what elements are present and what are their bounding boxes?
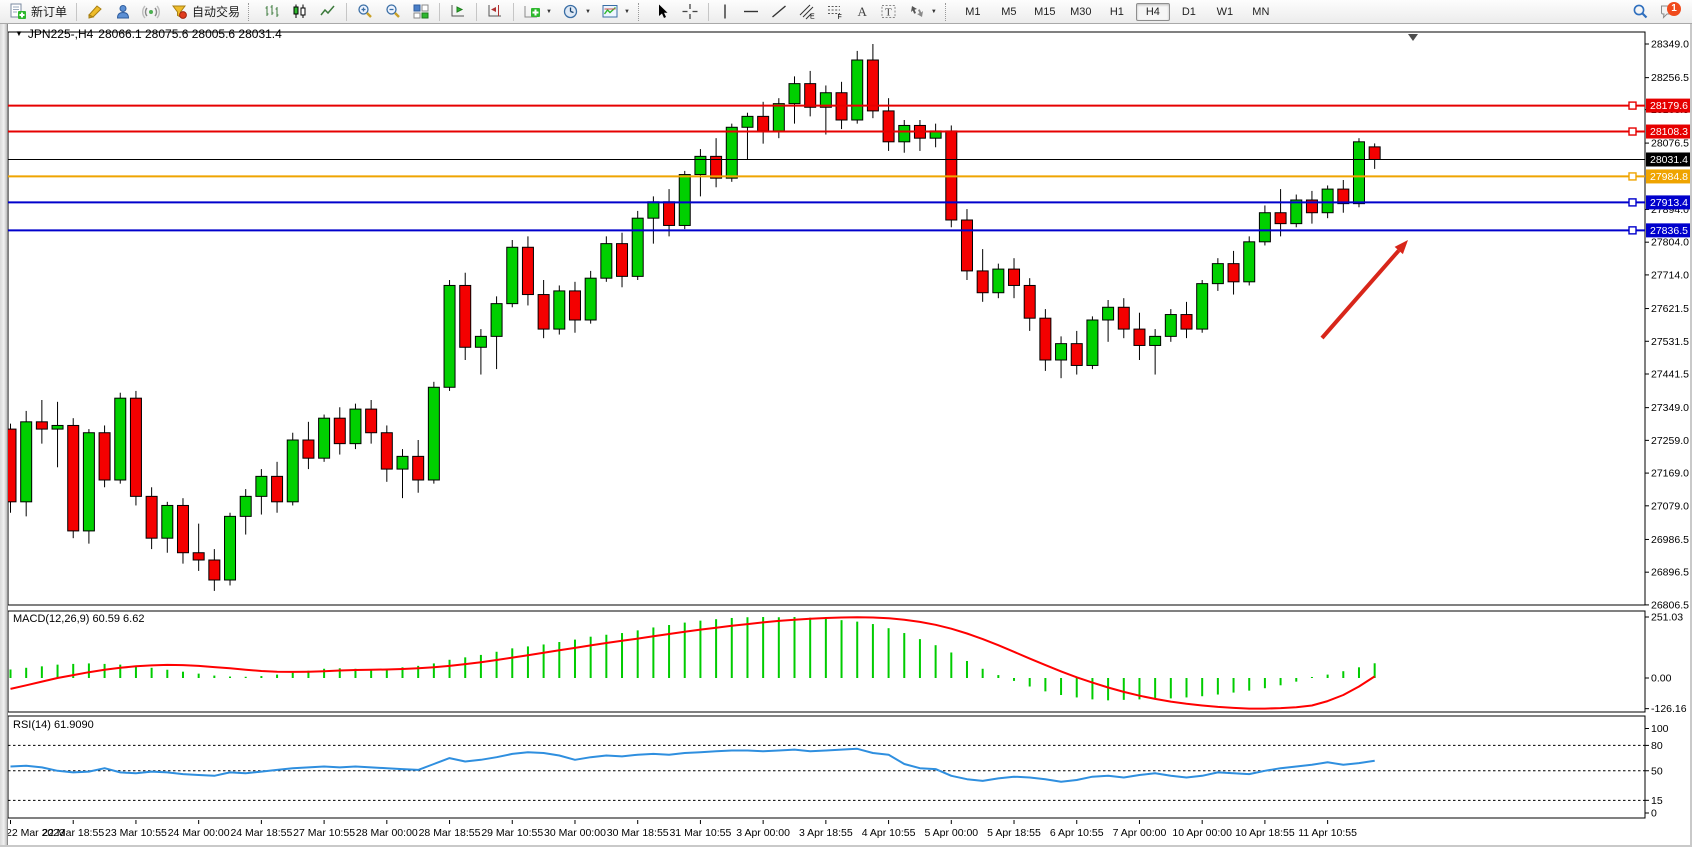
price-tick-label: 27531.5 xyxy=(1651,336,1689,348)
price-tick-label: 27804.0 xyxy=(1651,237,1689,249)
price-tick-label: 26986.5 xyxy=(1651,534,1689,546)
macd-tick-label: -126.16 xyxy=(1651,703,1687,715)
price-tick-label: 27259.0 xyxy=(1651,435,1689,447)
macd-plot[interactable] xyxy=(8,611,1645,712)
price-label-text: 27913.4 xyxy=(1650,197,1688,209)
main-chart-plot[interactable] xyxy=(8,32,1645,605)
rsi-tick-label: 100 xyxy=(1651,723,1669,735)
time-axis[interactable] xyxy=(8,820,1692,845)
price-label-text: 27984.8 xyxy=(1650,171,1688,183)
rsi-plot[interactable] xyxy=(8,716,1645,818)
rsi-tick-label: 15 xyxy=(1651,795,1663,807)
window-frame-left xyxy=(0,24,8,847)
price-tick-label: 28349.0 xyxy=(1651,39,1689,51)
price-tick-label: 28256.5 xyxy=(1651,72,1689,84)
price-tick-label: 27169.0 xyxy=(1651,468,1689,480)
price-tick-label: 27441.5 xyxy=(1651,369,1689,381)
rsi-tick-label: 50 xyxy=(1651,765,1663,777)
price-tick-label: 26896.5 xyxy=(1651,567,1689,579)
macd-tick-label: 251.03 xyxy=(1651,611,1683,623)
rsi-tick-label: 0 xyxy=(1651,808,1657,820)
price-label-text: 28108.3 xyxy=(1650,126,1688,138)
price-tick-label: 27079.0 xyxy=(1651,500,1689,512)
price-tick-label: 26806.5 xyxy=(1651,599,1689,611)
price-label-text: 28031.4 xyxy=(1650,154,1688,166)
price-label-text: 28179.6 xyxy=(1650,100,1688,112)
macd-tick-label: 0.00 xyxy=(1651,673,1672,685)
price-tick-label: 27349.0 xyxy=(1651,402,1689,414)
rsi-tick-label: 80 xyxy=(1651,740,1663,752)
price-tick-label: 28076.5 xyxy=(1651,138,1689,150)
price-tick-label: 27714.0 xyxy=(1651,269,1689,281)
price-label-text: 27836.5 xyxy=(1650,225,1688,237)
price-tick-label: 27621.5 xyxy=(1651,303,1689,315)
